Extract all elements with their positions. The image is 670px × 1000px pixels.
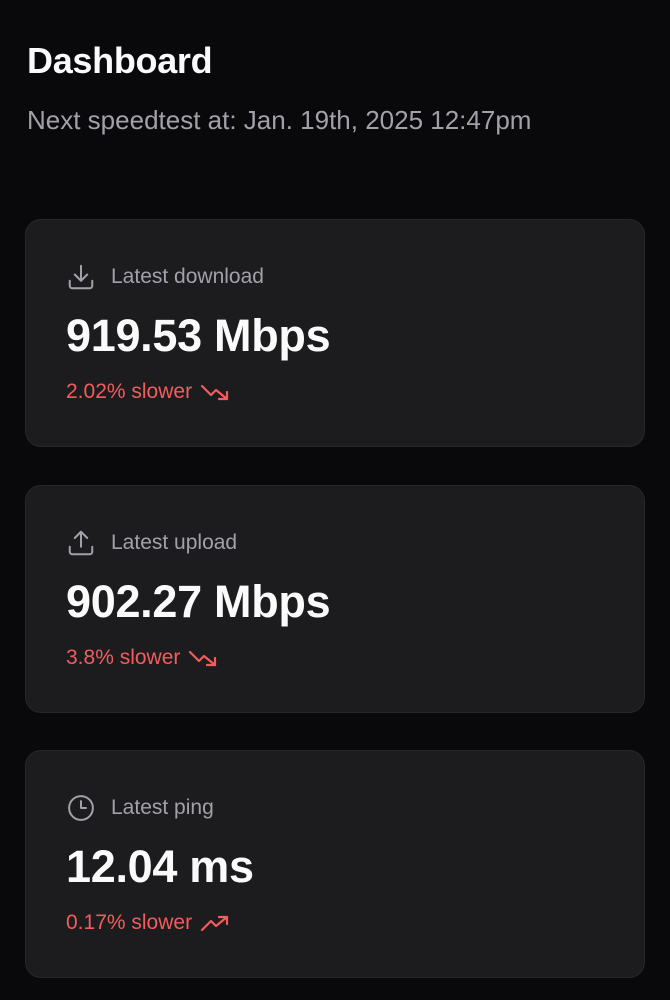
page-title: Dashboard — [27, 40, 213, 81]
dashboard-page: Dashboard Next speedtest at: Jan. 19th, … — [0, 0, 670, 1000]
trending-up-icon — [200, 912, 230, 934]
next-speedtest-text: Next speedtest at: Jan. 19th, 2025 12:47… — [27, 105, 532, 135]
download-card-header: Latest download — [66, 260, 264, 294]
ping-value: 12.04 ms — [66, 841, 254, 892]
download-value: 919.53 Mbps — [66, 310, 331, 361]
clock-icon — [66, 793, 96, 823]
upload-icon — [66, 528, 96, 558]
download-icon — [66, 262, 96, 292]
trending-down-icon — [200, 381, 230, 403]
download-change-text: 2.02% slower — [66, 380, 193, 403]
download-label: Latest download — [111, 265, 264, 288]
download-change: 2.02% slower — [66, 377, 230, 407]
upload-change: 3.8% slower — [66, 643, 218, 673]
ping-change-text: 0.17% slower — [66, 911, 193, 934]
upload-value: 902.27 Mbps — [66, 576, 331, 627]
ping-card: Latest ping 12.04 ms 0.17% slower — [25, 750, 645, 978]
ping-label: Latest ping — [111, 796, 214, 819]
trending-down-icon — [188, 647, 218, 669]
upload-card-header: Latest upload — [66, 526, 237, 560]
upload-change-text: 3.8% slower — [66, 646, 181, 669]
upload-label: Latest upload — [111, 531, 238, 554]
download-card: Latest download 919.53 Mbps 2.02% slower — [25, 219, 645, 447]
ping-change: 0.17% slower — [66, 908, 230, 938]
upload-card: Latest upload 902.27 Mbps 3.8% slower — [25, 485, 645, 713]
ping-card-header: Latest ping — [66, 791, 214, 825]
